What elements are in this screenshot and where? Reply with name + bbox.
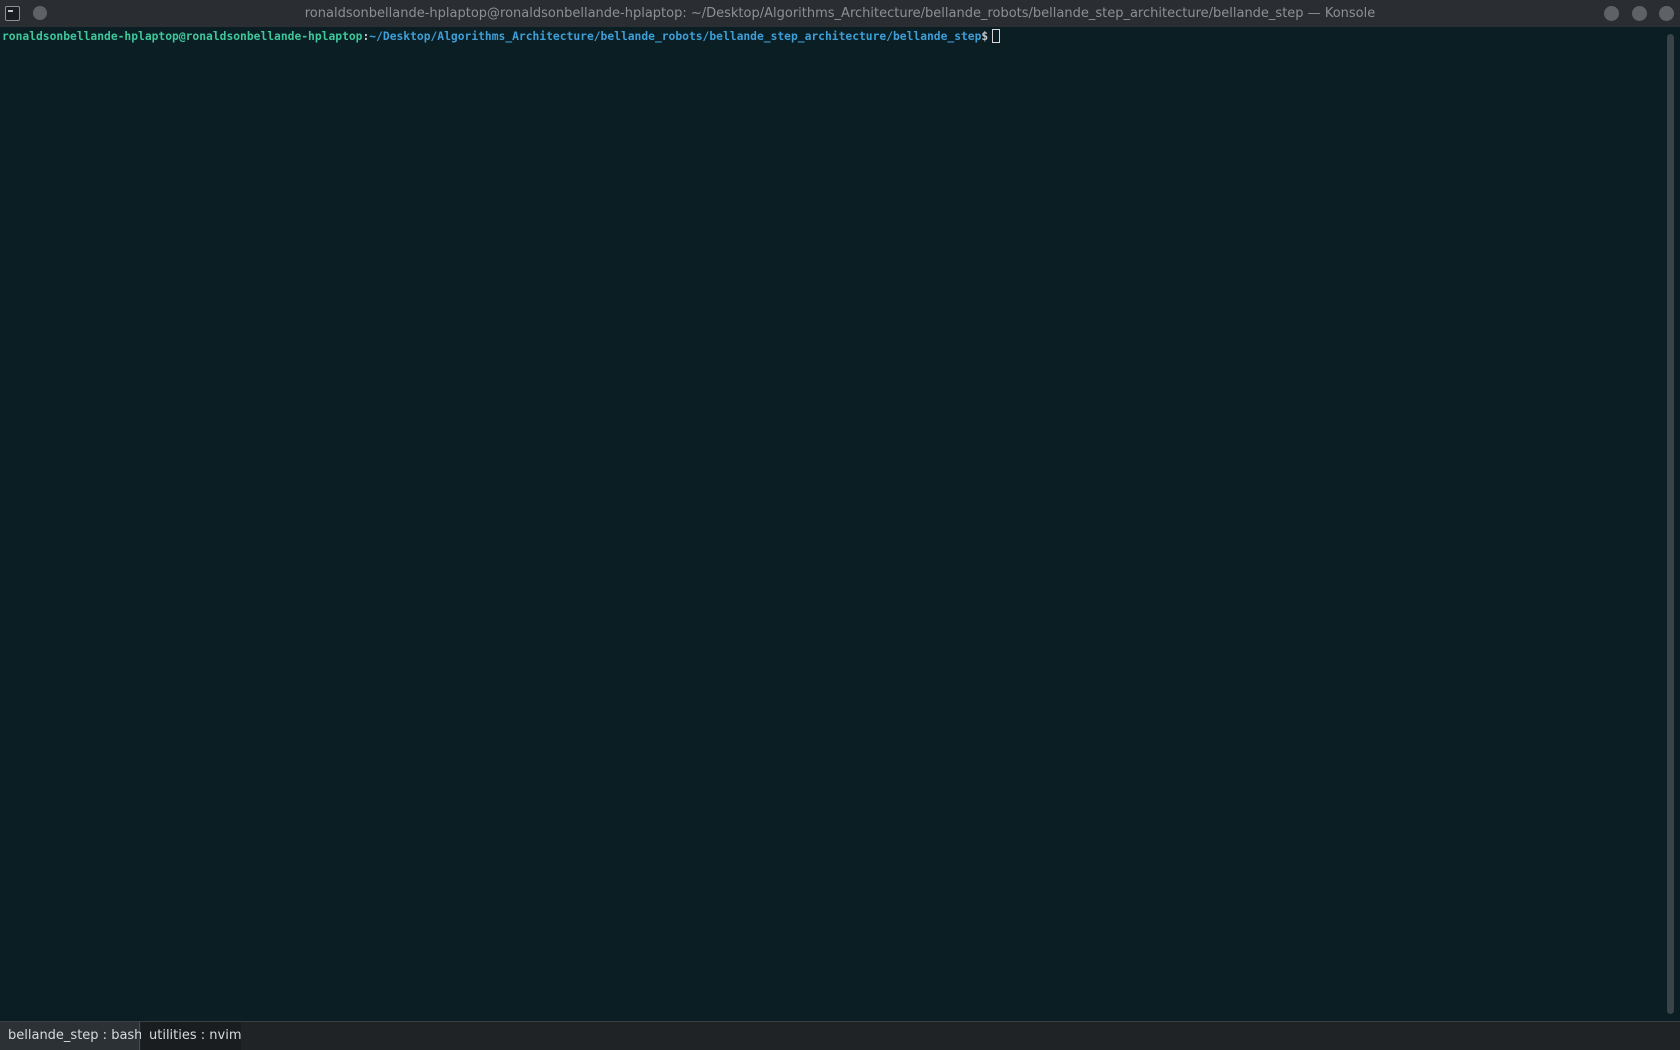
minimize-button[interactable]: [1604, 6, 1619, 21]
tab-bar: bellande_step : bash utilities : nvim: [0, 1021, 1680, 1050]
vertical-scrollbar[interactable]: [1661, 27, 1680, 1021]
maximize-button[interactable]: [1632, 6, 1647, 21]
konsole-window: ronaldsonbellande-hplaptop@ronaldsonbell…: [0, 0, 1680, 1050]
tab-bellande-step-bash[interactable]: bellande_step : bash: [0, 1022, 142, 1050]
prompt-user: ronaldsonbellande-hplaptop@ronaldsonbell…: [2, 30, 363, 43]
prompt-line: ronaldsonbellande-hplaptop@ronaldsonbell…: [2, 29, 1001, 45]
prompt-path: ~/Desktop/Algorithms_Architecture/bellan…: [369, 30, 982, 43]
prompt-symbol: $: [981, 30, 989, 43]
title-bar[interactable]: ronaldsonbellande-hplaptop@ronaldsonbell…: [0, 0, 1680, 27]
tab-utilities-nvim[interactable]: utilities : nvim: [141, 1022, 242, 1050]
close-button[interactable]: [1659, 6, 1674, 21]
window-title: ronaldsonbellande-hplaptop@ronaldsonbell…: [304, 6, 1376, 21]
text-cursor: [992, 29, 1001, 43]
terminal-area[interactable]: ronaldsonbellande-hplaptop@ronaldsonbell…: [0, 27, 1661, 1021]
scrollbar-handle[interactable]: [1667, 34, 1674, 1014]
